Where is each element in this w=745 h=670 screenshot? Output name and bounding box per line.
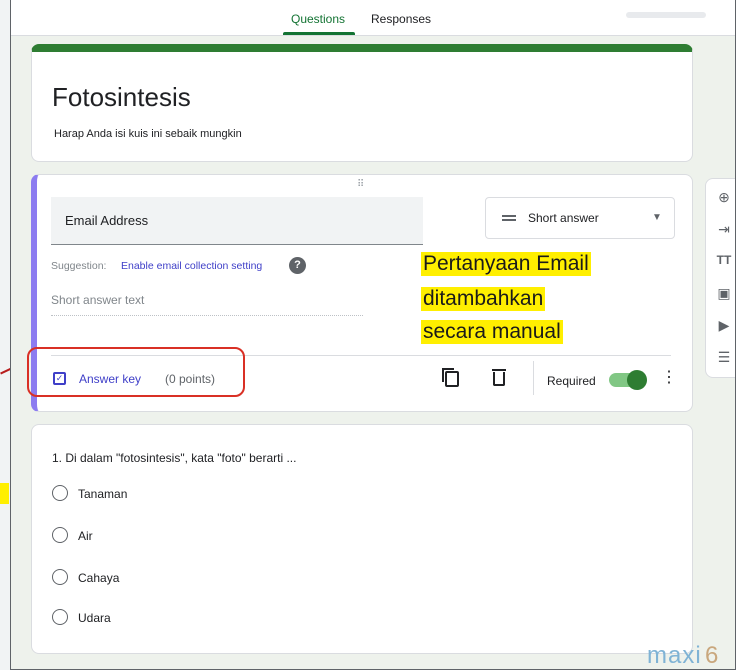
more-options-icon[interactable]: ⋮ — [661, 369, 677, 387]
short-answer-underline — [51, 315, 363, 316]
add-title-icon[interactable]: TT — [706, 253, 735, 267]
question-title-value: Email Address — [65, 213, 149, 228]
annotation-line-1: Pertanyaan Email — [421, 252, 591, 276]
question-card-2[interactable]: 1. Di dalam "fotosintesis", kata "foto" … — [31, 424, 693, 654]
top-bar: Questions Responses — [11, 0, 735, 36]
add-question-icon[interactable]: ⊕ — [706, 189, 735, 206]
help-icon[interactable]: ? — [289, 257, 306, 274]
form-title[interactable]: Fotosintesis — [52, 82, 191, 113]
watermark: maxi — [647, 642, 702, 669]
toggle-knob — [627, 370, 647, 390]
form-description[interactable]: Harap Anda isi kuis ini sebaik mungkin — [54, 128, 242, 140]
add-section-icon[interactable]: ☰ — [706, 349, 735, 366]
active-tab-indicator — [283, 32, 355, 35]
option-label: Tanaman — [78, 487, 128, 501]
question-title-field[interactable]: Email Address — [51, 197, 423, 245]
option-label: Air — [78, 529, 93, 543]
short-answer-placeholder: Short answer text — [51, 293, 145, 307]
add-video-icon[interactable]: ▶ — [706, 317, 735, 334]
answer-key-callout-box — [27, 347, 245, 397]
add-image-icon[interactable]: ▣ — [706, 285, 735, 302]
option-label: Udara — [78, 611, 111, 625]
suggestion-label: Suggestion: — [51, 260, 107, 272]
tab-questions[interactable]: Questions — [291, 12, 345, 26]
drag-handle-icon[interactable]: ⠿ — [357, 179, 365, 190]
radio-icon[interactable] — [52, 609, 68, 625]
required-label: Required — [547, 374, 596, 388]
delete-icon[interactable] — [492, 369, 506, 386]
question-type-select[interactable]: Short answer ▼ — [485, 197, 675, 239]
radio-icon[interactable] — [52, 569, 68, 585]
short-answer-icon — [502, 215, 516, 221]
forms-editor: Questions Responses Fotosintesis Harap A… — [10, 0, 736, 670]
footer-divider — [533, 361, 534, 395]
watermark-page: 6 — [705, 642, 719, 669]
enable-email-collection-link[interactable]: Enable email collection setting — [121, 260, 262, 272]
question-type-label: Short answer — [528, 211, 599, 225]
radio-icon[interactable] — [52, 485, 68, 501]
duplicate-icon[interactable] — [442, 368, 459, 387]
radio-icon[interactable] — [52, 527, 68, 543]
question-2-title: 1. Di dalam "fotosintesis", kata "foto" … — [52, 451, 297, 465]
required-toggle[interactable] — [609, 370, 647, 390]
highlight-fragment — [0, 483, 9, 504]
faint-header-element — [626, 12, 706, 18]
option-label: Cahaya — [78, 571, 120, 585]
form-title-card[interactable]: Fotosintesis Harap Anda isi kuis ini seb… — [31, 44, 693, 162]
annotation-line-3: secara manual — [421, 320, 563, 344]
tab-responses[interactable]: Responses — [371, 12, 431, 26]
import-questions-icon[interactable]: ⇥ — [706, 221, 735, 238]
floating-toolbar: ⊕ ⇥ TT ▣ ▶ ☰ — [705, 178, 735, 378]
left-panel — [0, 0, 10, 670]
caret-down-icon: ▼ — [652, 212, 662, 223]
annotation-line-2: ditambahkan — [421, 287, 546, 311]
